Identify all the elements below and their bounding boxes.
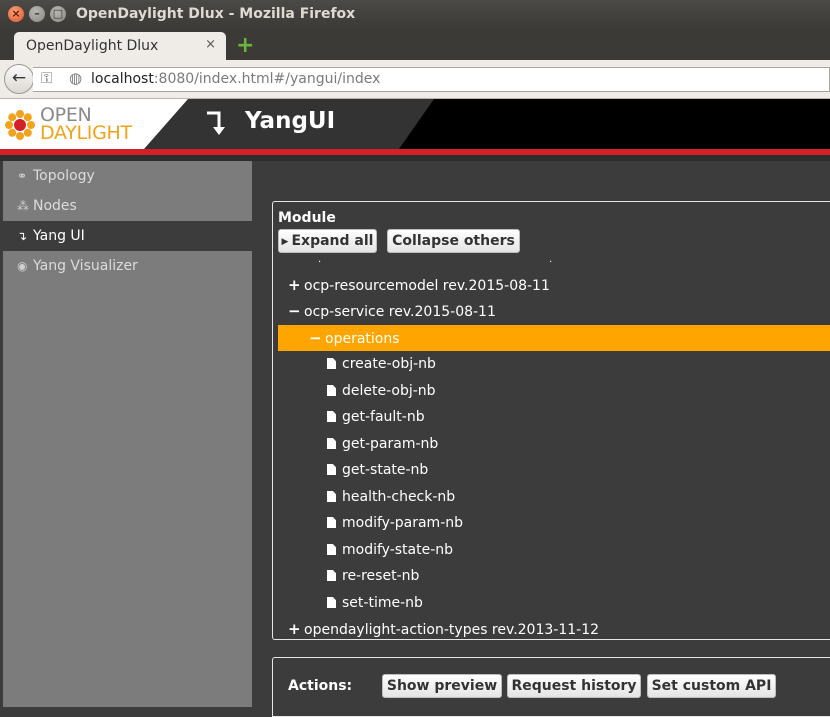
sidebar-item-nodes[interactable]: ⁂ Nodes <box>3 191 252 221</box>
app-header: OPEN DAYLIGHT YangUI <box>0 99 830 149</box>
actions-label: Actions: <box>288 678 353 694</box>
logo-text-daylight: DAYLIGHT <box>40 122 132 144</box>
tree-item-label: opendaylight-action-types rev.2013-11-12 <box>304 622 600 638</box>
sidebar: ⚭ Topology ⁂ Nodes ↴ Yang UI ◉ Yang Visualiz… <box>3 161 252 707</box>
window-maximize-button[interactable]: □ <box>50 6 66 22</box>
tree-item-operations[interactable]: − operations <box>278 325 830 351</box>
url-bar[interactable]: ⚿ ◍ localhost:8080/index.html#/yangui/in… <box>33 67 830 92</box>
expand-toggle-icon[interactable]: + <box>288 616 304 639</box>
tree-item-label: modify-param-nb <box>342 515 464 531</box>
show-preview-button[interactable]: Show preview <box>382 674 502 698</box>
file-icon <box>327 411 336 422</box>
tab-close-icon[interactable]: × <box>205 37 216 52</box>
tree-item-rpc[interactable]: get-param-nb <box>278 431 830 457</box>
tree-item-label: get-param-nb <box>342 436 439 452</box>
main-content: Module ▶ Expand all Collapse others · · +… <box>252 161 830 717</box>
tree-item-label: set-time-nb <box>342 595 423 611</box>
sidebar-item-yang-ui[interactable]: ↴ Yang UI <box>3 221 252 251</box>
caret-right-icon: ▶ <box>281 237 289 247</box>
collapse-toggle-icon[interactable]: − <box>288 298 304 324</box>
tab-label: OpenDaylight Dlux <box>26 38 159 54</box>
module-panel: Module ▶ Expand all Collapse others · · +… <box>272 201 830 640</box>
url-host: localhost <box>91 71 154 87</box>
tree-item-label: delete-obj-nb <box>342 383 436 399</box>
tree-item-opendaylight-action-types[interactable]: + opendaylight-action-types rev.2013-11-1… <box>278 616 830 639</box>
tree-item-label: re-reset-nb <box>342 568 420 584</box>
link-icon: ⚭ <box>17 169 28 183</box>
sidebar-item-label: Nodes <box>33 198 77 214</box>
file-icon <box>327 491 336 502</box>
expand-all-button[interactable]: ▶ Expand all <box>278 229 377 253</box>
tab-bar: OpenDaylight Dlux × + <box>0 29 830 60</box>
logo-text: OPEN DAYLIGHT <box>40 106 132 144</box>
tree-item-label: ocp-resourcemodel rev.2015-08-11 <box>304 278 550 294</box>
file-icon <box>327 570 336 581</box>
request-history-button[interactable]: Request history <box>507 674 641 698</box>
sidebar-item-topology[interactable]: ⚭ Topology <box>3 161 252 191</box>
expand-all-label: Expand all <box>291 233 374 249</box>
file-icon <box>327 358 336 369</box>
back-button[interactable]: ← <box>4 64 34 94</box>
tree-item-rpc[interactable]: get-state-nb <box>278 457 830 483</box>
tree-item-rpc[interactable]: delete-obj-nb <box>278 378 830 404</box>
set-custom-api-button[interactable]: Set custom API <box>647 674 776 698</box>
page-title: YangUI <box>245 108 336 134</box>
key-icon[interactable]: ⚿ <box>41 69 52 87</box>
browser-tab[interactable]: OpenDaylight Dlux × <box>14 32 226 60</box>
sidebar-item-label: Yang Visualizer <box>33 258 138 274</box>
tree-item-rpc[interactable]: create-obj-nb <box>278 351 830 377</box>
file-icon <box>327 544 336 555</box>
module-label: Module <box>278 210 336 226</box>
tree-item-label: modify-state-nb <box>342 542 454 558</box>
scroll-hint: · <box>549 257 553 268</box>
file-icon <box>327 517 336 528</box>
sidebar-item-label: Topology <box>33 168 95 184</box>
tree-item-label: operations <box>325 331 400 347</box>
new-tab-icon[interactable]: + <box>236 33 254 58</box>
url-path: :8080/index.html#/yangui/index <box>153 71 381 87</box>
tree-item-rpc[interactable]: modify-state-nb <box>278 537 830 563</box>
collapse-others-button[interactable]: Collapse others <box>387 229 520 253</box>
tree-item-rpc[interactable]: modify-param-nb <box>278 510 830 536</box>
file-icon <box>327 597 336 608</box>
sitemap-icon: ⁂ <box>17 199 29 213</box>
file-icon <box>327 464 336 475</box>
tree-item-label: get-state-nb <box>342 462 429 478</box>
url-text: localhost:8080/index.html#/yangui/index <box>91 71 380 87</box>
file-icon <box>327 438 336 449</box>
sidebar-item-label: Yang UI <box>33 228 85 244</box>
tree-item-label: ocp-service rev.2015-08-11 <box>304 304 496 320</box>
opendaylight-flower-icon <box>5 110 35 140</box>
scroll-hint: · <box>318 257 322 268</box>
tree-item-rpc[interactable]: get-fault-nb <box>278 404 830 430</box>
globe-icon: ◍ <box>69 69 83 87</box>
window-close-button[interactable]: × <box>8 6 24 22</box>
tree-item-ocp-resourcemodel[interactable]: + ocp-resourcemodel rev.2015-08-11 <box>278 272 830 298</box>
window-minimize-button[interactable]: – <box>29 6 45 22</box>
arrow-down-icon <box>207 111 225 135</box>
eye-icon: ◉ <box>17 259 28 273</box>
tree-item-label: health-check-nb <box>342 489 456 505</box>
arrow-down-icon: ↴ <box>17 229 28 243</box>
tree-item-rpc[interactable]: set-time-nb <box>278 590 830 616</box>
collapse-toggle-icon[interactable]: − <box>309 325 325 351</box>
tree-item-label: get-fault-nb <box>342 409 425 425</box>
expand-toggle-icon[interactable]: + <box>288 272 304 298</box>
sidebar-item-yang-visualizer[interactable]: ◉ Yang Visualizer <box>3 251 252 281</box>
tree-item-ocp-service[interactable]: − ocp-service rev.2015-08-11 <box>278 298 830 324</box>
tree-item-label: create-obj-nb <box>342 356 436 372</box>
file-icon <box>327 385 336 396</box>
navigation-bar: ← ⚿ ◍ localhost:8080/index.html#/yangui/… <box>0 60 830 99</box>
window-titlebar: × – □ OpenDaylight Dlux - Mozilla Firefo… <box>0 0 830 29</box>
actions-panel: Actions: Show preview Request history Se… <box>272 657 830 717</box>
tree-item-rpc[interactable]: re-reset-nb <box>278 563 830 589</box>
tree-item-rpc[interactable]: health-check-nb <box>278 484 830 510</box>
window-title: OpenDaylight Dlux - Mozilla Firefox <box>76 6 356 22</box>
